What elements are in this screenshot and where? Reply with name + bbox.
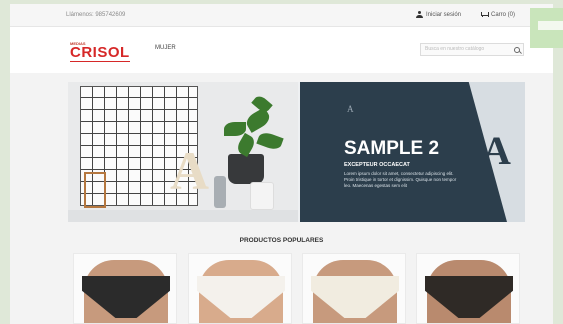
product-card[interactable] bbox=[73, 253, 177, 324]
product-image bbox=[303, 254, 405, 323]
cart-icon bbox=[480, 11, 489, 18]
leaf-decor bbox=[224, 122, 246, 136]
signin-label: Iniciar sesión bbox=[426, 11, 462, 18]
contact-phone: Llámenos: 985742609 bbox=[66, 12, 126, 18]
banner-title: SAMPLE 2 bbox=[344, 138, 440, 159]
product-image bbox=[74, 254, 176, 323]
plant-pot-decor bbox=[228, 154, 264, 184]
banner-body-text: Lorem ipsum dolor sit amet, consectetur … bbox=[344, 171, 457, 188]
site-header: MEDIAS CRISOL MUJER Busca en nuestro cat… bbox=[10, 27, 553, 73]
hero-banner[interactable]: A A SAMPLE 2 EXCEPTEUR OCCAECAT Lorem ip… bbox=[68, 82, 525, 222]
product-card[interactable] bbox=[188, 253, 292, 324]
shelf bbox=[68, 210, 298, 222]
storefront-page: Llámenos: 985742609 Iniciar sesión Carro… bbox=[10, 4, 553, 324]
candle-decor bbox=[250, 182, 274, 210]
leaf-decor bbox=[256, 130, 284, 152]
vase-decor bbox=[214, 176, 226, 208]
logo-text: CRISOL bbox=[70, 44, 130, 61]
search-input[interactable]: Busca en nuestro catálogo bbox=[420, 43, 524, 56]
product-image bbox=[189, 254, 291, 323]
banner-subtitle: EXCEPTEUR OCCAECAT bbox=[344, 162, 410, 168]
top-bar: Llámenos: 985742609 Iniciar sesión Carro… bbox=[10, 4, 553, 27]
banner-photo: A bbox=[68, 82, 298, 222]
accent-block bbox=[530, 8, 563, 48]
wooden-letter-decor: A bbox=[170, 141, 209, 201]
product-image bbox=[417, 254, 519, 323]
nav-item-mujer[interactable]: MUJER bbox=[155, 45, 176, 51]
banner-small-logo: A bbox=[347, 104, 354, 114]
product-card[interactable] bbox=[416, 253, 520, 324]
product-grid bbox=[73, 253, 523, 324]
section-title-popular: PRODUCTOS POPULARES bbox=[239, 237, 324, 244]
cart-label: Carro (0) bbox=[491, 11, 516, 18]
signin-link[interactable]: Iniciar sesión bbox=[416, 11, 461, 18]
product-card[interactable] bbox=[302, 253, 406, 324]
logo-underline bbox=[70, 61, 130, 62]
search-placeholder: Busca en nuestro catálogo bbox=[425, 46, 485, 52]
user-icon bbox=[416, 11, 423, 18]
lantern-decor bbox=[84, 172, 106, 208]
banner-letter-graphic: A bbox=[482, 128, 511, 173]
cart-link[interactable]: Carro (0) bbox=[480, 11, 515, 18]
site-logo[interactable]: MEDIAS CRISOL bbox=[70, 41, 132, 63]
search-icon[interactable] bbox=[514, 47, 520, 53]
leaf-decor bbox=[243, 107, 273, 133]
